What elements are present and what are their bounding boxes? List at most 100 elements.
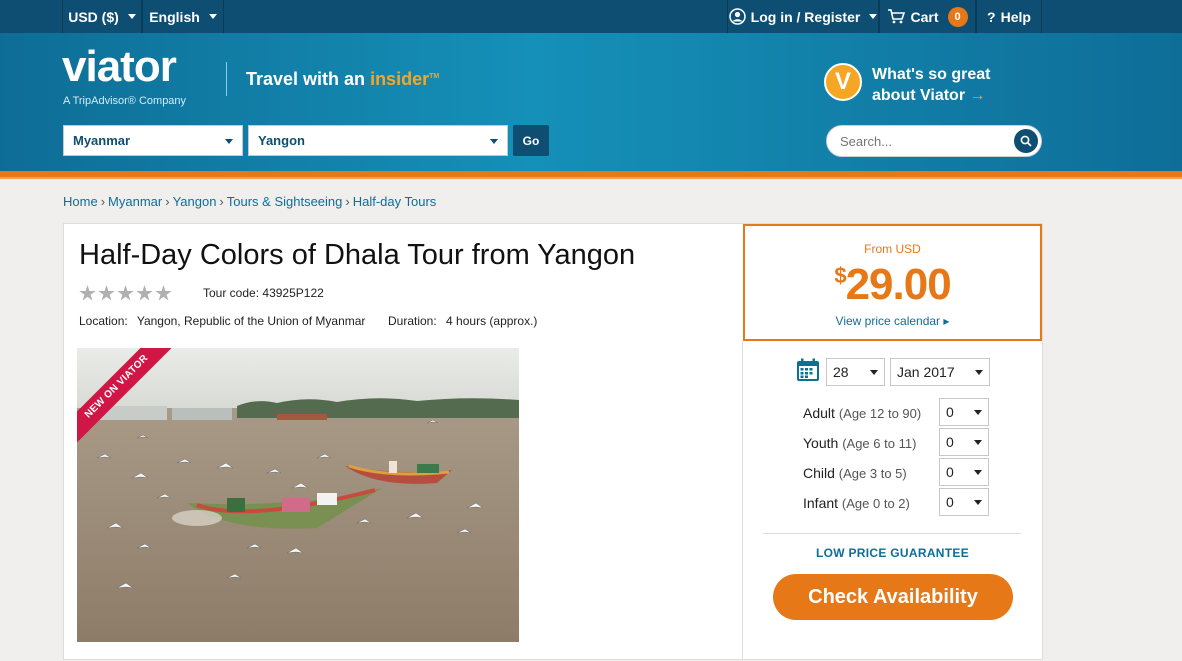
chevron-down-icon	[975, 370, 983, 375]
breadcrumb-category[interactable]: Tours & Sightseeing	[227, 194, 343, 209]
traveler-age: (Age 12 to 90)	[838, 406, 922, 421]
month-select[interactable]: Jan 2017	[890, 358, 990, 386]
youth-count-select[interactable]: 0	[939, 428, 989, 456]
search-input[interactable]	[840, 133, 1000, 149]
price: $29.00	[745, 260, 1040, 310]
language-label: English	[149, 8, 200, 25]
chevron-down-icon	[870, 370, 878, 375]
whats-line-2: about Viator	[872, 87, 966, 104]
whats-so-great-link[interactable]: What's so great about Viator →	[872, 64, 991, 106]
star-icon	[117, 285, 134, 301]
breadcrumb-subcategory[interactable]: Half-day Tours	[353, 194, 437, 209]
country-select[interactable]: Myanmar	[63, 125, 243, 156]
chevron-down-icon	[225, 139, 233, 144]
check-availability-button[interactable]: Check Availability	[773, 574, 1013, 620]
cart-link[interactable]: Cart 0	[879, 0, 976, 33]
youth-count: 0	[946, 434, 954, 450]
day-select[interactable]: 28	[826, 358, 885, 386]
chevron-down-icon	[208, 14, 217, 19]
breadcrumb-city[interactable]: Yangon	[173, 194, 217, 209]
user-icon	[728, 8, 746, 25]
star-icon	[136, 285, 153, 301]
breadcrumb-country[interactable]: Myanmar	[108, 194, 162, 209]
breadcrumb-separator: ›	[219, 194, 224, 209]
duration-info: Duration: 4 hours (approx.)	[388, 314, 537, 328]
chevron-down-icon	[127, 14, 136, 19]
cart-label: Cart	[910, 8, 939, 25]
tagline-highlight: insider	[370, 69, 430, 89]
child-count-select[interactable]: 0	[939, 458, 989, 486]
price-value: 29.00	[845, 260, 952, 309]
currency-symbol: $	[834, 263, 846, 288]
tagline: Travel with an insiderTM	[246, 69, 439, 90]
whats-line-1: What's so great	[872, 66, 991, 83]
breadcrumb-separator: ›	[165, 194, 170, 209]
product-title: Half-Day Colors of Dhala Tour from Yango…	[79, 239, 636, 271]
go-button[interactable]: Go	[513, 125, 549, 156]
tagline-prefix: Travel with an	[246, 69, 366, 89]
traveler-age: (Age 6 to 11)	[842, 436, 917, 451]
child-count: 0	[946, 464, 954, 480]
login-register-link[interactable]: Log in / Register	[727, 0, 879, 33]
breadcrumb-separator: ›	[345, 194, 350, 209]
from-label: From USD	[864, 242, 921, 256]
breadcrumb-separator: ›	[100, 194, 106, 209]
month-value: Jan 2017	[897, 364, 955, 380]
country-select-value: Myanmar	[73, 133, 131, 148]
logo-subtitle: A TripAdvisor® Company	[63, 95, 187, 107]
tour-code-label: Tour code:	[203, 286, 260, 300]
top-utility-bar: USD ($) English Log in / Register Cart 0…	[0, 0, 1182, 33]
cart-count-badge: 0	[947, 6, 968, 27]
login-label: Log in / Register	[750, 8, 861, 25]
traveler-row-infant: Infant (Age 0 to 2)	[803, 495, 910, 511]
currency-selector[interactable]: USD ($)	[62, 0, 142, 33]
price-box: From USD $29.00 View price calendar ▸	[743, 224, 1042, 341]
search-icon	[1020, 135, 1032, 147]
chevron-down-icon	[974, 410, 982, 415]
duration-label: Duration:	[388, 314, 437, 328]
viator-v-badge-icon[interactable]: V	[824, 63, 862, 101]
location-value: Yangon, Republic of the Union of Myanmar	[136, 314, 366, 328]
tour-photo[interactable]: NEW ON VIATOR	[77, 348, 519, 642]
tour-code: Tour code: 43925P122	[203, 286, 324, 300]
caret-right-icon: ▸	[943, 314, 950, 328]
question-icon: ?	[987, 8, 996, 25]
header-accent-bar	[0, 171, 1182, 179]
trademark: TM	[429, 73, 440, 80]
tour-code-value: 43925P122	[262, 286, 324, 300]
traveler-row-child: Child (Age 3 to 5)	[803, 465, 907, 481]
traveler-age: (Age 3 to 5)	[838, 466, 907, 481]
search-button[interactable]	[1014, 129, 1038, 153]
city-select[interactable]: Yangon	[248, 125, 508, 156]
calendar-icon[interactable]	[796, 358, 820, 382]
location-label: Location:	[79, 314, 128, 328]
traveler-label: Adult	[803, 405, 835, 421]
star-icon	[155, 285, 172, 301]
infant-count: 0	[946, 494, 954, 510]
chevron-down-icon	[490, 139, 498, 144]
low-price-guarantee-link[interactable]: LOW PRICE GUARANTEE	[743, 546, 1042, 560]
traveler-label: Child	[803, 465, 835, 481]
traveler-row-youth: Youth (Age 6 to 11)	[803, 435, 916, 451]
chevron-down-icon	[974, 440, 982, 445]
header-divider	[226, 62, 227, 96]
help-link[interactable]: ? Help	[976, 0, 1042, 33]
currency-label: USD ($)	[68, 8, 119, 25]
cart-icon	[888, 9, 906, 24]
search-box	[826, 125, 1042, 157]
infant-count-select[interactable]: 0	[939, 488, 989, 516]
duration-value: 4 hours (approx.)	[446, 314, 538, 328]
rating-stars	[79, 285, 172, 302]
traveler-label: Youth	[803, 435, 839, 451]
tour-photo-image	[77, 348, 519, 642]
breadcrumb: Home › Myanmar › Yangon › Tours & Sightseeing ›…	[63, 194, 436, 209]
calendar-link-label: View price calendar	[835, 314, 941, 328]
adult-count-select[interactable]: 0	[939, 398, 989, 426]
viator-logo[interactable]: viator	[62, 45, 177, 89]
chevron-down-icon	[974, 500, 982, 505]
adult-count: 0	[946, 404, 954, 420]
view-price-calendar-link[interactable]: View price calendar ▸	[745, 314, 1040, 328]
help-label: Help	[1000, 8, 1031, 25]
language-selector[interactable]: English	[142, 0, 224, 33]
breadcrumb-home[interactable]: Home	[63, 194, 98, 209]
